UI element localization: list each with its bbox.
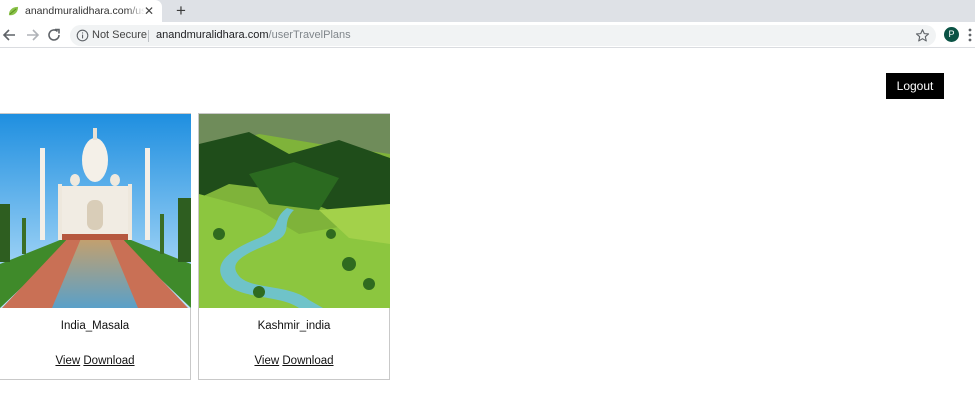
star-icon[interactable]: [915, 28, 930, 43]
close-icon[interactable]: ✕: [142, 4, 156, 18]
tab-title: anandmuralidhara.com/userTravelPlans: [25, 5, 145, 17]
download-link[interactable]: Download: [83, 355, 134, 367]
security-label: Not Secure: [92, 29, 148, 41]
avatar[interactable]: P: [944, 27, 959, 42]
view-link[interactable]: View: [254, 355, 279, 367]
plan-title: India_Masala: [60, 320, 130, 332]
omnibox-divider: [148, 30, 149, 42]
back-arrow-icon[interactable]: [1, 26, 19, 44]
card-actions: View Download: [199, 355, 389, 367]
plus-icon[interactable]: +: [172, 2, 190, 20]
reload-icon[interactable]: [45, 26, 63, 44]
download-link[interactable]: Download: [282, 355, 333, 367]
plan-title: Kashmir_india: [257, 320, 331, 332]
travel-plan-card: India_Masala View Download: [0, 113, 191, 380]
url-path: /userTravelPlans: [268, 29, 351, 41]
card-actions: View Download: [0, 355, 190, 367]
forward-arrow-icon[interactable]: [23, 26, 41, 44]
info-icon[interactable]: [76, 29, 89, 42]
tab-strip: anandmuralidhara.com/userTravelPlans ✕ +: [0, 0, 975, 22]
kashmir-valley-image[interactable]: [199, 114, 390, 308]
url-host: anandmuralidhara.com: [156, 29, 269, 41]
view-link[interactable]: View: [55, 355, 80, 367]
taj-mahal-image[interactable]: [0, 114, 191, 308]
kebab-menu-icon[interactable]: [968, 28, 972, 42]
favicon-leaf-icon: [8, 6, 19, 15]
url-text[interactable]: anandmuralidhara.com/userTravelPlans: [156, 29, 351, 41]
browser-tab[interactable]: anandmuralidhara.com/userTravelPlans ✕: [0, 0, 162, 22]
travel-plan-card: Kashmir_india View Download: [198, 113, 390, 380]
browser-toolbar: Not Secure anandmuralidhara.com/userTrav…: [0, 22, 975, 48]
address-bar[interactable]: Not Secure anandmuralidhara.com/userTrav…: [70, 25, 936, 46]
logout-button[interactable]: Logout: [886, 73, 944, 99]
